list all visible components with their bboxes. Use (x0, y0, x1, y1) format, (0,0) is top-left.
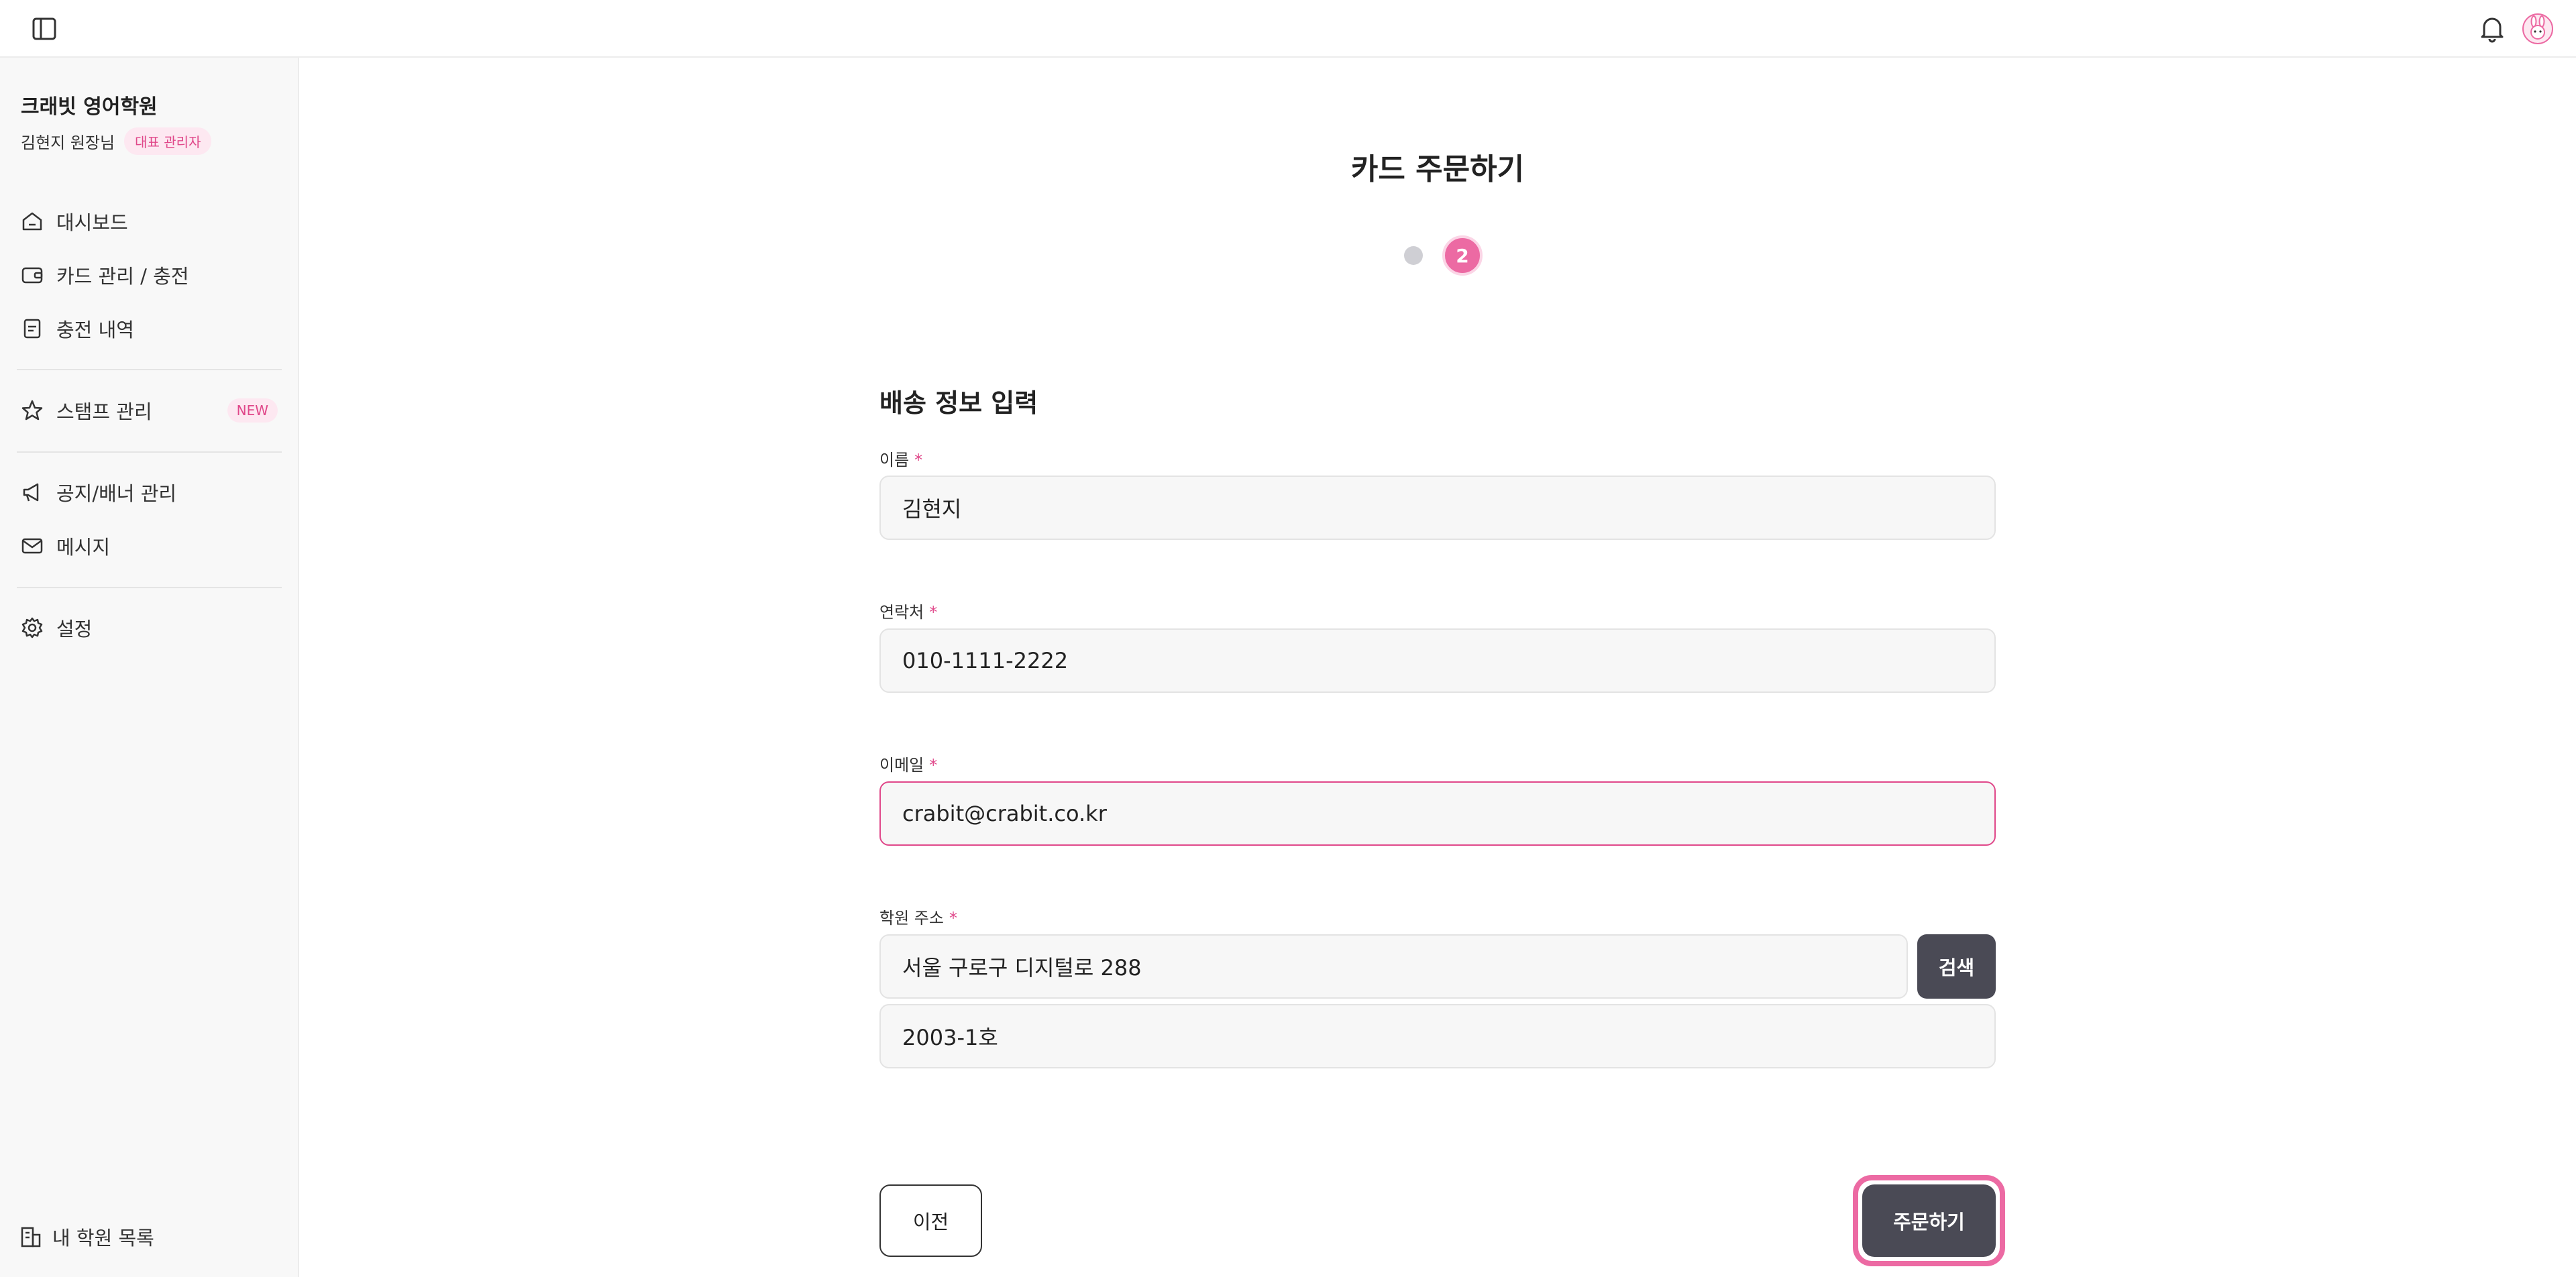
sidebar-item-notice-banner[interactable]: 공지/배너 관리 (20, 472, 282, 512)
required-mark: * (949, 909, 957, 928)
prev-button[interactable]: 이전 (879, 1184, 982, 1257)
top-bar (0, 0, 2576, 58)
sidebar-item-label: 대시보드 (56, 211, 128, 234)
page-title: 카드 주문하기 (1350, 152, 1525, 186)
org-name: 크래빗 영어학원 (21, 95, 158, 119)
order-button-label: 주문하기 (1862, 1184, 1996, 1257)
sidebar-item-label: 스탬프 관리 (56, 400, 152, 423)
sidebar-item-message[interactable]: 메시지 (20, 526, 282, 566)
step-1-indicator (1404, 246, 1423, 265)
wallet-icon (21, 267, 43, 284)
address-label-text: 학원 주소 (879, 909, 944, 928)
my-academy-list-link[interactable]: 내 학원 목록 (20, 1223, 154, 1251)
megaphone-icon (23, 483, 39, 502)
address-field[interactable] (879, 934, 1908, 999)
email-label-text: 이메일 (879, 756, 924, 775)
bell-icon[interactable] (2479, 15, 2506, 46)
phone-field[interactable] (879, 628, 1996, 693)
sidebar-divider (17, 451, 282, 453)
address-search-button[interactable]: 검색 (1917, 934, 1996, 999)
receipt-icon (23, 319, 41, 339)
sidebar-item-label: 충전 내역 (56, 319, 134, 341)
sidebar-divider (17, 587, 282, 588)
email-field[interactable] (879, 781, 1996, 846)
sidebar-item-card-management[interactable]: 카드 관리 / 충전 (20, 255, 282, 295)
building-icon (21, 1227, 41, 1247)
mail-icon (21, 538, 43, 554)
sidebar-item-label: 카드 관리 / 충전 (56, 265, 189, 288)
sidebar-item-label: 메시지 (56, 536, 111, 559)
order-button[interactable]: 주문하기 (1853, 1175, 2005, 1266)
address-label: 학원 주소 * (879, 905, 957, 928)
name-field[interactable] (879, 476, 1996, 540)
sidebar-toggle-icon[interactable] (32, 17, 56, 43)
required-mark: * (929, 756, 938, 775)
avatar[interactable] (2522, 13, 2553, 47)
required-mark: * (929, 603, 938, 622)
required-mark: * (914, 451, 923, 469)
email-label: 이메일 * (879, 752, 937, 775)
star-icon (21, 400, 43, 421)
sidebar-item-label: 공지/배너 관리 (56, 482, 177, 505)
sidebar-item-settings[interactable]: 설정 (20, 608, 282, 648)
home-icon (22, 212, 42, 231)
name-label: 이름 * (879, 447, 922, 470)
name-label-text: 이름 (879, 451, 910, 469)
sidebar-item-dashboard[interactable]: 대시보드 (20, 201, 282, 241)
sidebar-item-label: 설정 (56, 618, 93, 641)
step-2-indicator: 2 (1442, 235, 1483, 276)
gear-icon (21, 617, 43, 638)
sidebar-item-charge-history[interactable]: 충전 내역 (20, 309, 282, 349)
phone-label-text: 연락처 (879, 603, 924, 622)
section-title: 배송 정보 입력 (879, 388, 1038, 418)
sidebar-divider (17, 369, 282, 370)
my-academy-list-label: 내 학원 목록 (52, 1227, 154, 1250)
address-detail-field[interactable] (879, 1004, 1996, 1068)
sidebar-item-stamp-management[interactable]: 스탬프 관리 NEW (20, 390, 282, 431)
new-badge: NEW (227, 398, 278, 423)
phone-label: 연락처 * (879, 599, 937, 622)
